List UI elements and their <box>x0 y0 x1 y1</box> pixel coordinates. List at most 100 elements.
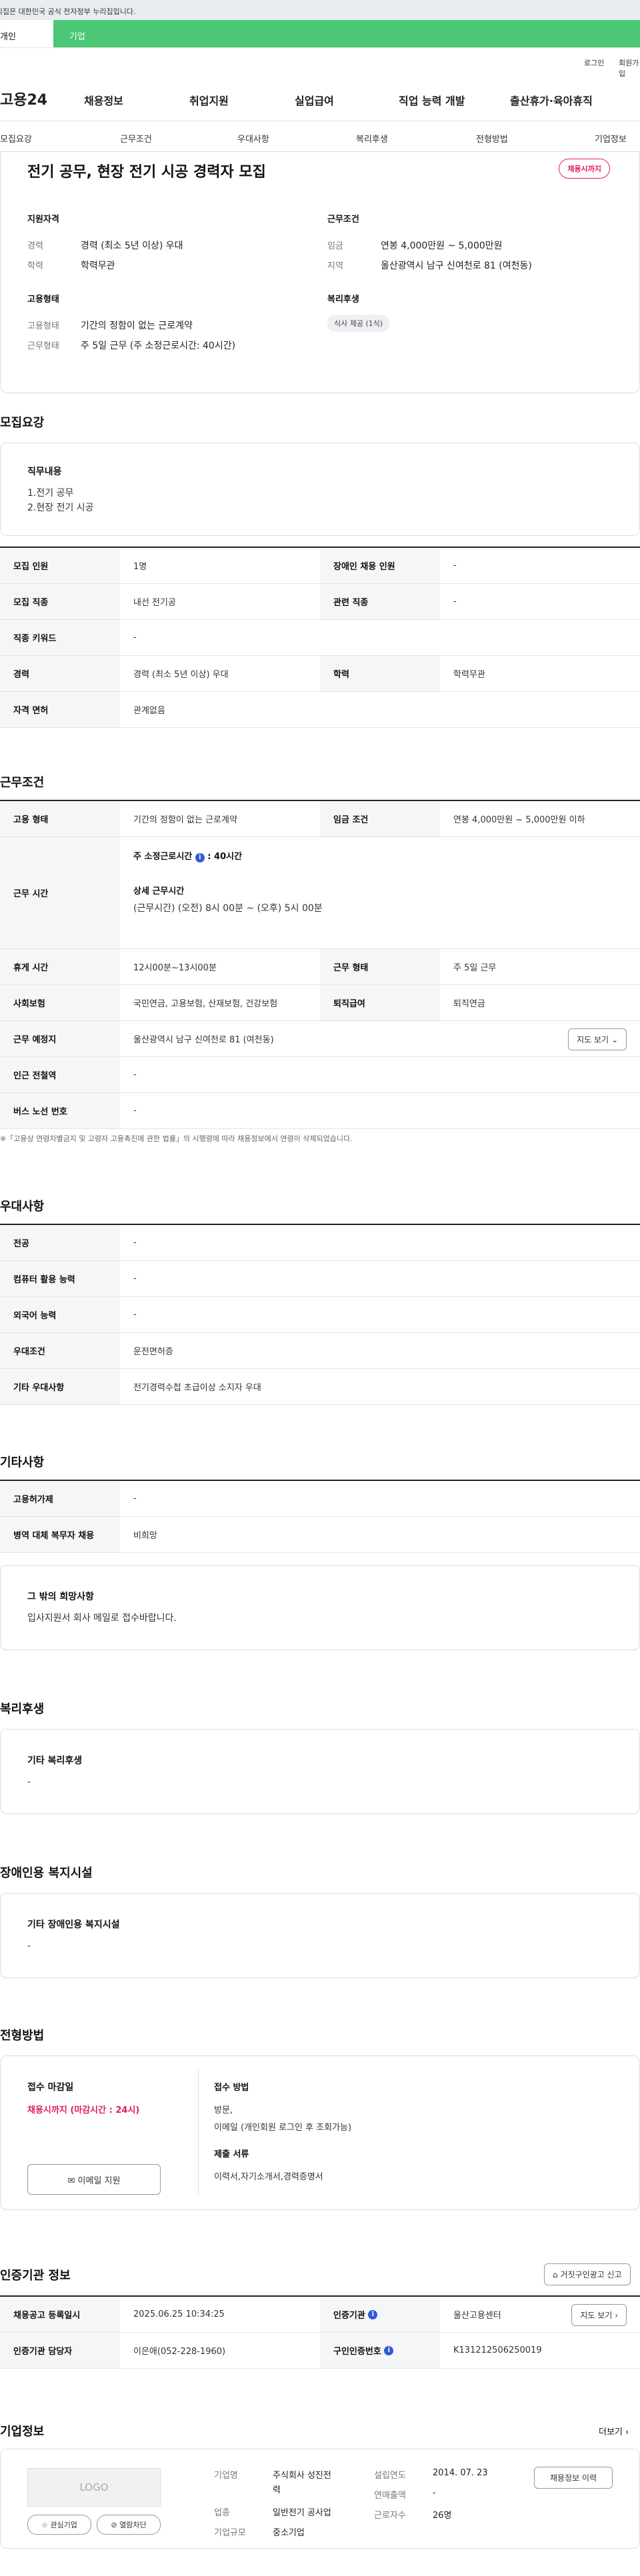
section-title-etc: 기타사항 <box>0 1456 45 1470</box>
table-cell: 내선 전기공 <box>133 598 176 608</box>
tab-work-conditions[interactable]: 근무조건 <box>120 132 152 145</box>
block-icon: ⊘ <box>111 2521 117 2529</box>
map-button[interactable]: 지도 보기 ⌄ <box>568 1028 627 1050</box>
req-heading: 지원자격 <box>27 215 59 225</box>
table-header: 장애인 채용 인원 <box>320 548 440 583</box>
tab-company-info[interactable]: 기업정보 <box>595 132 627 145</box>
table-cell: 기간의 정함이 없는 근로계약 <box>133 815 237 825</box>
nav-parental-leave[interactable]: 출산휴가·육아휴직 <box>510 92 593 108</box>
agency-map-button[interactable]: 지도 보기 › <box>571 2304 627 2326</box>
table-cell: 퇴직연금 <box>453 999 485 1009</box>
wishes-box: 그 밖의 희망사항 입사지원서 회사 메일로 접수바랍니다. <box>0 1565 640 1650</box>
age-notice: ※「고용상 연령차별금지 및 고령자 고용촉진에 관한 법률」의 시행령에 따라… <box>0 1134 353 1143</box>
section-title-company: 기업정보 <box>0 2425 45 2439</box>
tab-selection[interactable]: 전형방법 <box>476 132 508 145</box>
disability-box-text: - <box>27 1941 31 1951</box>
company-label-size: 기업규모 <box>214 2528 246 2538</box>
job-title: 전기 공무, 현장 전기 시공 경력자 모집 <box>27 164 266 181</box>
info-icon[interactable]: i <box>368 2309 378 2319</box>
table-header: 병역 대체 복무자 채용 <box>0 1517 120 1552</box>
table-header: 자격 면허 <box>0 692 120 727</box>
company-label-industry: 업종 <box>214 2508 230 2518</box>
favorite-button[interactable]: ☆ 관심기업 <box>27 2515 91 2535</box>
table-cell: - <box>453 597 457 607</box>
nav-unemployment-benefit[interactable]: 실업급여 <box>295 92 334 108</box>
table-cell: - <box>133 633 137 643</box>
req-label-education: 학력 <box>27 261 43 271</box>
tab-personal[interactable]: 개인 <box>0 20 53 47</box>
agency-table: 채용공고 등록일시 2025.06.25 10:34:25 인증기관 i 울산고… <box>0 2295 640 2369</box>
nav-skill-development[interactable]: 직업 능력 개발 <box>399 92 465 108</box>
emp-label-schedule: 근무형태 <box>27 341 59 351</box>
cond-value-wage: 연봉 4,000만원 ~ 5,000만원 <box>381 241 503 251</box>
deadline-label: 접수 마감일 <box>27 2082 74 2093</box>
table-cell: - <box>133 1274 137 1284</box>
table-header: 외국어 능력 <box>0 1297 120 1332</box>
table-cell: 주 5일 근무 <box>453 963 497 973</box>
method-label: 접수 방법 <box>214 2083 249 2093</box>
docs-label: 제출 서류 <box>214 2149 249 2159</box>
table-row: 근무 예정지 울산광역시 남구 신여천로 81 (여천동) 지도 보기 ⌄ <box>0 1021 640 1057</box>
req-value-education: 학력무관 <box>81 261 115 271</box>
site-logo[interactable]: 고용24 <box>0 88 47 109</box>
table-cell: - <box>133 1238 137 1248</box>
more-link[interactable]: 더보기 › <box>599 2425 629 2437</box>
nav-employment-support[interactable]: 취업지원 <box>189 92 229 108</box>
table-cell: 이은애(052-228-1960) <box>133 2347 226 2357</box>
mail-icon: ✉ <box>67 2175 75 2186</box>
history-button[interactable]: 채용정보 이력 <box>534 2467 613 2489</box>
table-header: 고용허가제 <box>0 1481 120 1516</box>
table-header: 인증기관 i <box>320 2297 440 2332</box>
tab-preferences[interactable]: 우대사항 <box>237 132 269 145</box>
nav-jobs[interactable]: 채용정보 <box>84 92 123 108</box>
tab-recruit-summary[interactable]: 모집요강 <box>0 132 32 145</box>
table-header: 채용공고 등록일시 <box>0 2297 120 2332</box>
tab-company[interactable]: 기업 <box>53 20 640 47</box>
table-cell: - <box>133 1494 137 1504</box>
detail-hours-label: 상세 근무시간 <box>133 886 185 896</box>
section-title-welfare: 복리후생 <box>0 1702 45 1716</box>
table-header: 근무 형태 <box>320 949 440 984</box>
conditions-table: 고용 형태 기간의 정함이 없는 근로계약 임금 조건 연봉 4,000만원 ~… <box>0 800 640 1129</box>
info-icon[interactable]: i <box>195 853 205 862</box>
detail-hours-value: (근무시간) (오전) 8시 00분 ~ (오후) 5시 00분 <box>133 903 323 914</box>
report-button[interactable]: ⌂ 거짓구인광고 신고 <box>544 2263 631 2285</box>
info-icon[interactable]: i <box>384 2345 394 2355</box>
table-header: 사회보험 <box>0 985 120 1020</box>
chevron-right-icon: › <box>615 2311 618 2320</box>
hours-value: 40시간 <box>214 852 243 862</box>
table-row: 고용 형태 기간의 정함이 없는 근로계약 임금 조건 연봉 4,000만원 ~… <box>0 801 640 837</box>
table-header: 구인인증번호 i <box>320 2333 440 2368</box>
table-row: 기타 우대사항 전기경력수첩 초급이상 소지자 우대 <box>0 1369 640 1405</box>
table-cell: - <box>133 1070 137 1080</box>
table-header: 모집 직종 <box>0 584 120 619</box>
cond-value-region: 울산광역시 남구 신여천로 81 (여천동) <box>381 261 532 271</box>
table-header: 우대조건 <box>0 1333 120 1368</box>
table-header: 기타 우대사항 <box>0 1369 120 1404</box>
table-header: 직종 키워드 <box>0 620 120 655</box>
table-header: 근무 시간 <box>0 837 120 948</box>
company-box: LOGO ☆ 관심기업 ⊘ 열람차단 기업명 주식회사 성진전 력 업종 일반전… <box>0 2449 640 2549</box>
section-title-preferences: 우대사항 <box>0 1200 45 1214</box>
table-header: 전공 <box>0 1225 120 1260</box>
login-link[interactable]: 로그인 <box>584 57 604 68</box>
table-row: 버스 노선 번호 - <box>0 1093 640 1129</box>
email-apply-button[interactable]: ✉ 이메일 지원 <box>27 2164 161 2195</box>
star-icon: ☆ <box>41 2521 48 2529</box>
wishes-text: 입사지원서 회사 메일로 접수바랍니다. <box>27 1613 177 1624</box>
gov-notice-text: 이 누리집은 대한민국 공식 전자정부 누리집입니다. <box>0 7 136 16</box>
table-cell: 학력무관 <box>453 670 485 680</box>
tab-welfare[interactable]: 복리후생 <box>356 132 388 145</box>
deadline-value: 채용시까지 (마감시간 : 24시) <box>27 2105 140 2115</box>
map-button-label: 지도 보기 <box>577 1035 609 1044</box>
company-industry: 일반전기 공사업 <box>273 2508 331 2518</box>
docs-value: 이력서,자기소개서,경력증명서 <box>214 2172 323 2182</box>
table-row: 컴퓨터 활용 능력 - <box>0 1261 640 1297</box>
req-value-career: 경력 (최소 5년 이상) 우대 <box>81 241 183 251</box>
table-cell: K131212506250019 <box>453 2345 542 2355</box>
block-button[interactable]: ⊘ 열람차단 <box>97 2515 161 2535</box>
emp-value-type: 기간의 정함이 없는 근로계약 <box>81 321 193 331</box>
block-label: 열람차단 <box>119 2521 147 2529</box>
gov-notice-bar: 이 누리집은 대한민국 공식 전자정부 누리집입니다. <box>0 0 640 20</box>
job-summary-card: 전기 공무, 현장 전기 시공 경력자 모집 채용시까지 지원자격 경력 경력 … <box>0 152 640 393</box>
